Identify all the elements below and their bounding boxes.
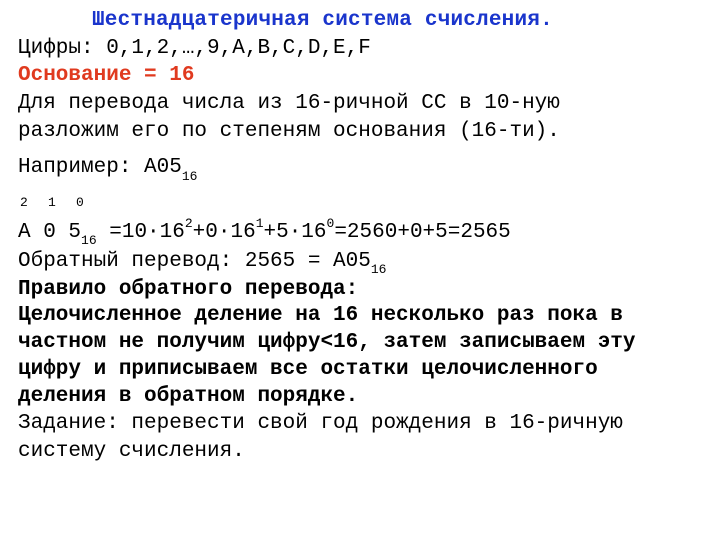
rule-line-1: Целочисленное деление на 16 несколько ра… (18, 303, 706, 330)
example-line: Например: A0516 (18, 155, 706, 183)
explain-line-2: разложим его по степеням основания (16-т… (18, 119, 706, 146)
reverse-line: Обратный перевод: 2565 = A0516 (18, 249, 706, 277)
rule-line-3: цифру и приписываем все остатки целочисл… (18, 357, 706, 384)
slide-title: Шестнадцатеричная система счисления. (18, 8, 706, 35)
calculation-line: A 0 516 =10·162+0·161+5·160=2560+0+5=256… (18, 218, 706, 248)
example-text: Например: A05 (18, 156, 182, 179)
position-1: 1 (48, 195, 76, 212)
task-line-2: систему счисления. (18, 439, 706, 466)
position-0: 0 (76, 195, 104, 212)
slide: Шестнадцатеричная система счисления. Циф… (0, 0, 720, 540)
rule-line-4: деления в обратном порядке. (18, 384, 706, 411)
calc-exp-0: 0 (327, 216, 335, 231)
rule-line-2: частном не получим цифру<16, затем запис… (18, 330, 706, 357)
rule-title: Правило обратного перевода: (18, 277, 706, 304)
base-line: Основание = 16 (18, 63, 706, 90)
calc-exp-1: 1 (256, 216, 264, 231)
digits-line: Цифры: 0,1,2,…,9,A,B,C,D,E,F (18, 36, 706, 63)
calc-body-2: +0·16 (193, 221, 256, 244)
reverse-subscript: 16 (371, 262, 387, 277)
calc-tail: =2560+0+5=2565 (334, 221, 510, 244)
calc-body-3: +5·16 (264, 221, 327, 244)
explain-line-1: Для перевода числа из 16-ричной СС в 10-… (18, 91, 706, 118)
reverse-text: Обратный перевод: 2565 = A05 (18, 250, 371, 273)
position-2: 2 (20, 195, 48, 212)
calc-body-1: =10·16 (97, 221, 185, 244)
position-indices: 210 (18, 195, 706, 212)
calc-digits: A 0 5 (18, 221, 81, 244)
example-subscript: 16 (182, 169, 198, 184)
calc-exp-2: 2 (185, 216, 193, 231)
calc-subscript: 16 (81, 233, 97, 248)
task-line-1: Задание: перевести свой год рождения в 1… (18, 411, 706, 438)
